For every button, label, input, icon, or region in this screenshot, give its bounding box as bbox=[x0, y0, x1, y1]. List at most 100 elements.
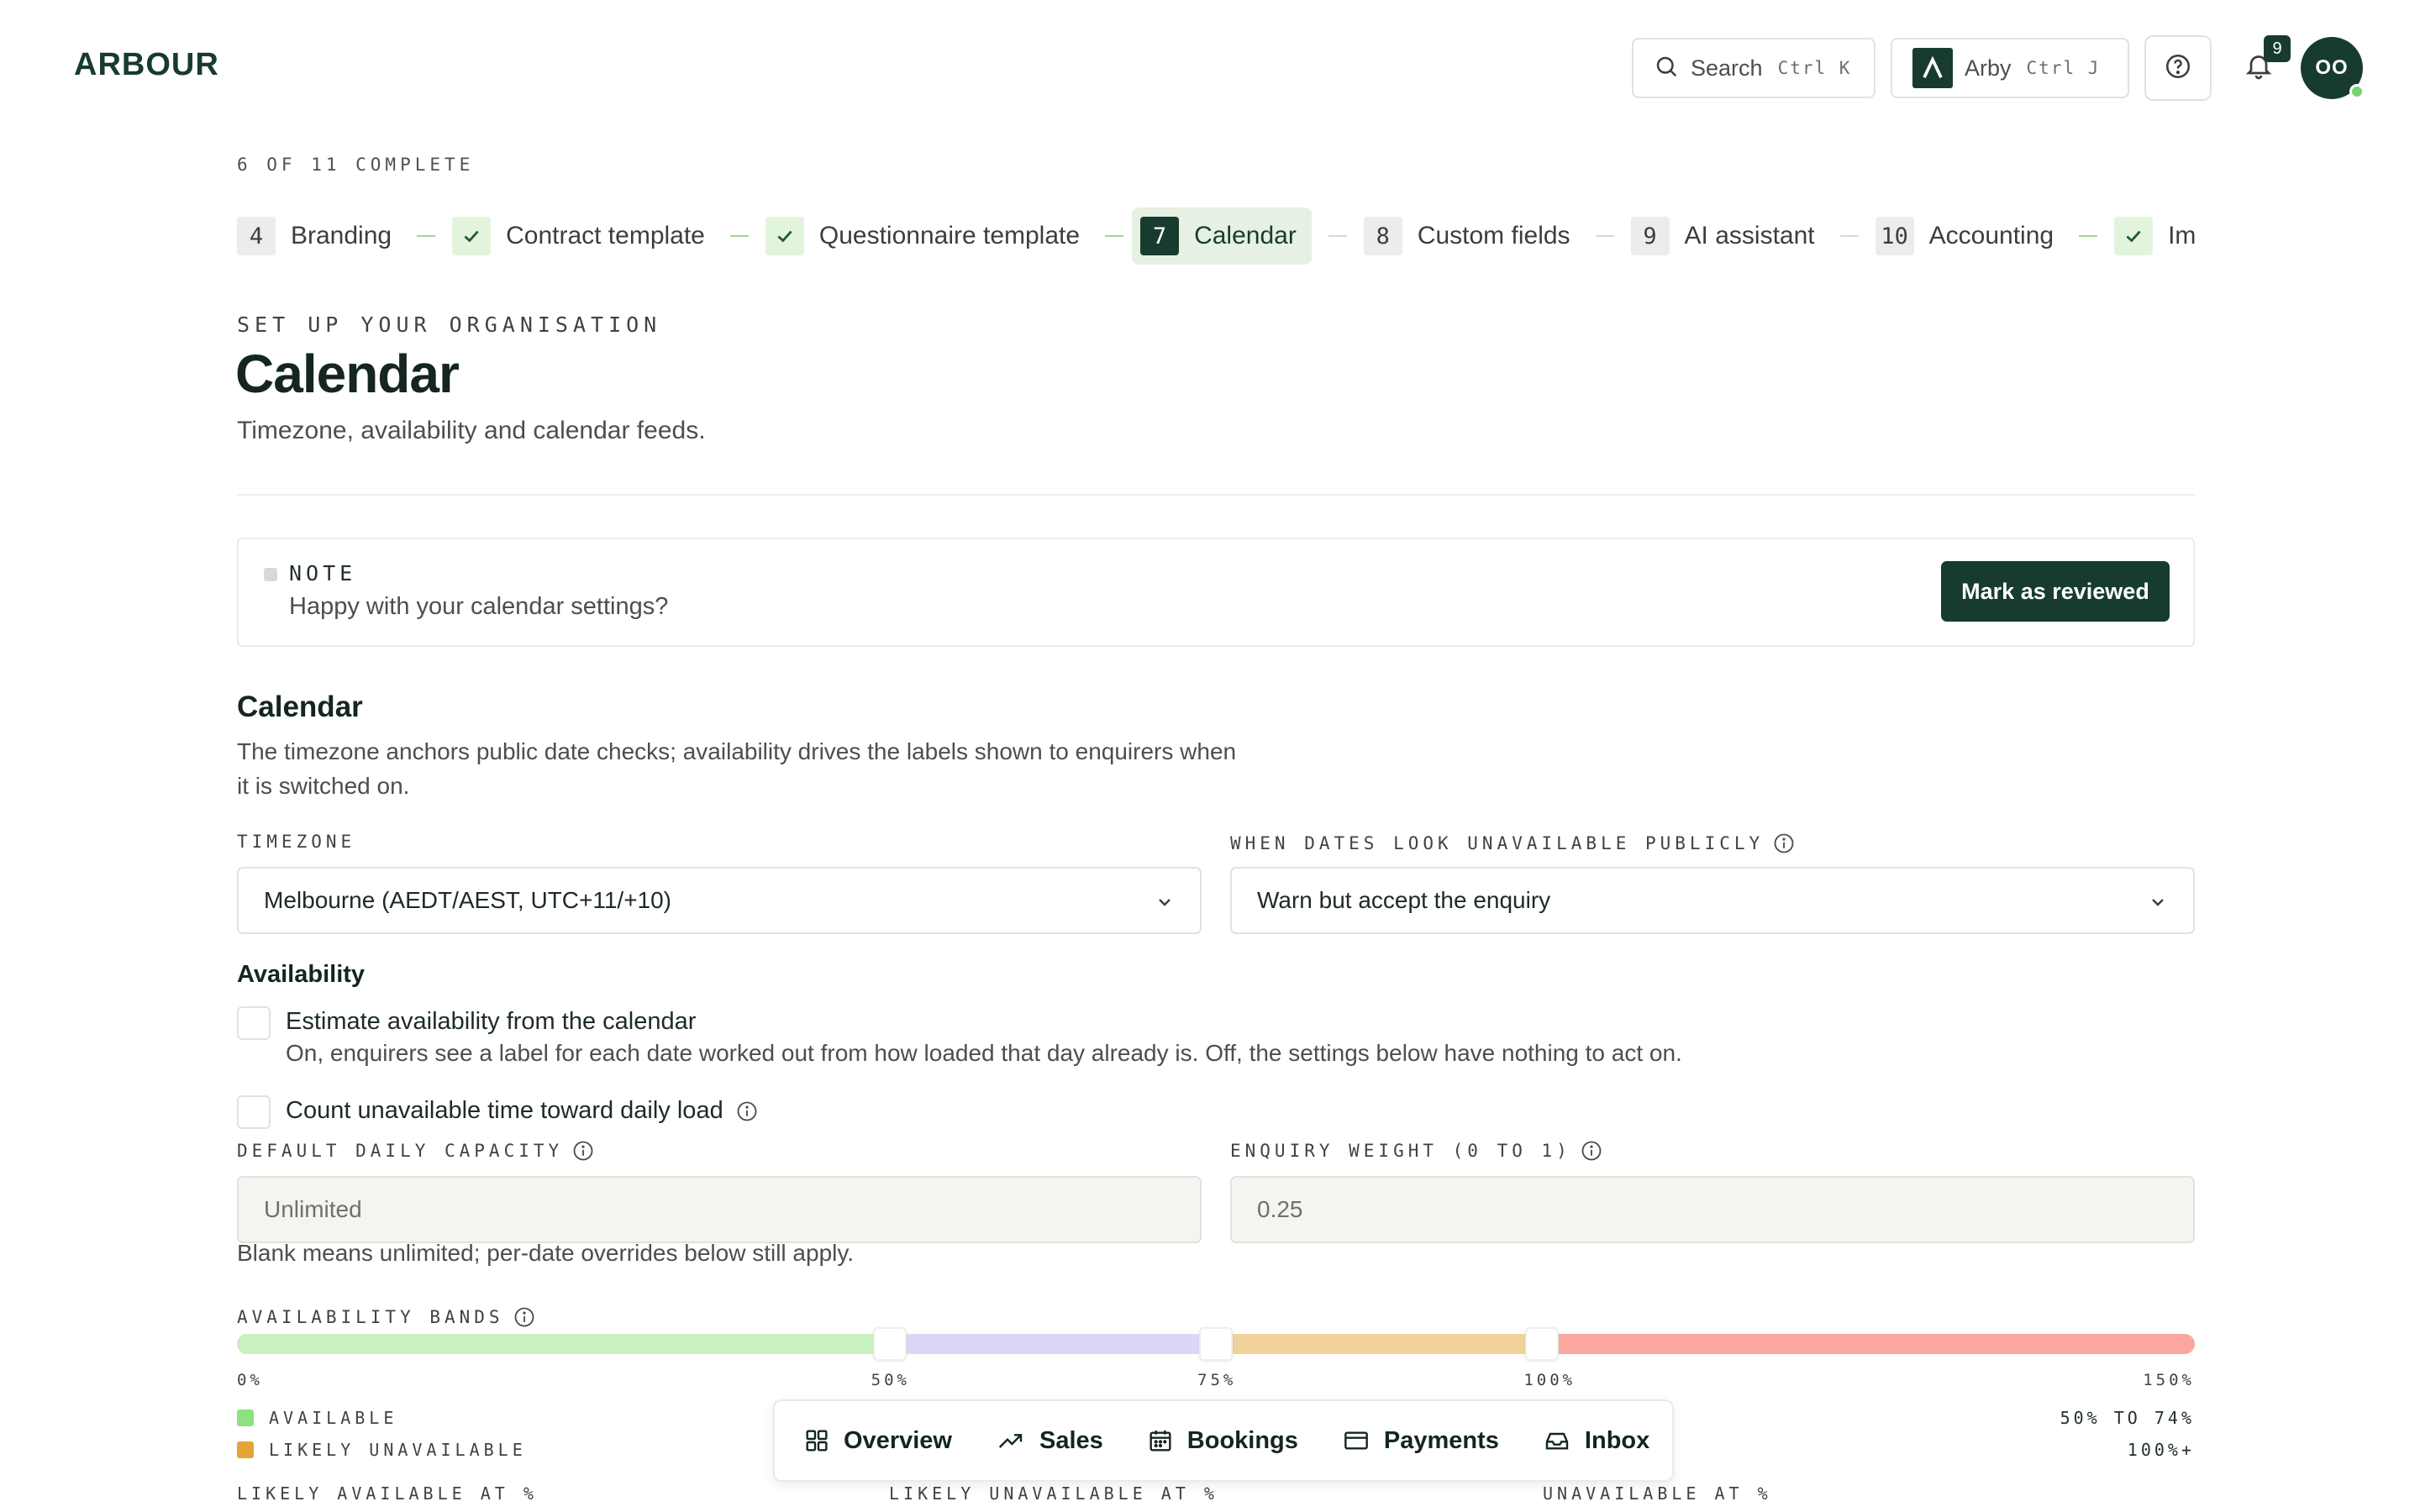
enquiry-weight-input[interactable]: 0.25 bbox=[1230, 1176, 2195, 1243]
enquiry-weight-label-text: ENQUIRY WEIGHT (0 TO 1) bbox=[1230, 1141, 1571, 1161]
step-number: 8 bbox=[1363, 217, 1402, 255]
step-connector bbox=[1105, 235, 1124, 237]
legend-label: LIKELY UNAVAILABLE bbox=[269, 1440, 527, 1460]
unavailable-behaviour-select[interactable]: Warn but accept the enquiry bbox=[1230, 867, 2195, 934]
arbour-logo[interactable]: ARBOUR bbox=[74, 47, 219, 83]
step-connector bbox=[1839, 235, 1859, 237]
nav-label: Bookings bbox=[1186, 1426, 1298, 1454]
help-icon bbox=[2164, 52, 2192, 85]
step-branding[interactable]: 4 Branding bbox=[237, 207, 400, 265]
mark-as-reviewed-button[interactable]: Mark as reviewed bbox=[1941, 561, 2170, 622]
step-connector bbox=[2079, 235, 2098, 237]
top-bar: ARBOUR Search Ctrl K Arby Ctrl J 9 OO bbox=[0, 0, 2420, 134]
step-ai-assistant[interactable]: 9 AI assistant bbox=[1630, 207, 1823, 265]
unavailable-behaviour-label-text: WHEN DATES LOOK UNAVAILABLE PUBLICLY bbox=[1230, 833, 1765, 853]
legend-swatch bbox=[237, 1441, 254, 1458]
info-icon[interactable] bbox=[735, 1100, 759, 1123]
info-icon[interactable] bbox=[571, 1139, 595, 1163]
capacity-label-text: DEFAULT DAILY CAPACITY bbox=[237, 1141, 564, 1161]
step-label: Calendar bbox=[1194, 222, 1297, 249]
nav-label: Overview bbox=[844, 1426, 952, 1454]
chevron-down-icon bbox=[2152, 899, 2164, 906]
notification-count-badge: 9 bbox=[2264, 35, 2291, 62]
estimate-availability-help: On, enquirers see a label for each date … bbox=[286, 1040, 1682, 1066]
help-button[interactable] bbox=[2144, 35, 2212, 101]
estimate-availability-checkbox[interactable] bbox=[237, 1006, 271, 1040]
unavailable-column-label: UNAVAILABLE AT % bbox=[1543, 1483, 1772, 1504]
nav-label: Sales bbox=[1039, 1426, 1103, 1454]
step-label: Imports bbox=[2168, 222, 2195, 249]
step-connector bbox=[417, 235, 436, 237]
search-shortcut: Ctrl K bbox=[1777, 58, 1852, 78]
check-icon bbox=[777, 230, 792, 243]
timezone-label: TIMEZONE bbox=[237, 832, 355, 852]
legend-likely-unavailable: LIKELY UNAVAILABLE bbox=[237, 1440, 527, 1460]
capacity-input[interactable]: Unlimited bbox=[237, 1176, 1202, 1243]
enquiry-weight-label: ENQUIRY WEIGHT (0 TO 1) bbox=[1230, 1139, 1603, 1163]
step-complete-badge bbox=[452, 217, 492, 255]
note-title: NOTE bbox=[289, 561, 357, 585]
step-label: Questionnaire template bbox=[818, 222, 1081, 249]
legend-label: AVAILABLE bbox=[269, 1408, 398, 1428]
setup-steps: 4 Branding Contract template Questionnaire … bbox=[237, 207, 2195, 265]
arby-shortcut: Ctrl J bbox=[2026, 58, 2101, 78]
check-icon bbox=[2126, 230, 2141, 243]
progress-label: 6 OF 11 COMPLETE bbox=[237, 155, 475, 175]
inbox-icon bbox=[1545, 1432, 1569, 1450]
check-icon bbox=[464, 230, 479, 243]
estimate-availability-label: Estimate availability from the calendar bbox=[286, 1008, 697, 1035]
step-contract-template[interactable]: Contract template bbox=[452, 207, 713, 265]
search-button[interactable]: Search Ctrl K bbox=[1632, 38, 1876, 98]
step-questionnaire-template[interactable]: Questionnaire template bbox=[765, 207, 1088, 265]
unavailable-behaviour-label: WHEN DATES LOOK UNAVAILABLE PUBLICLY bbox=[1230, 832, 1796, 855]
band-threshold-handle[interactable] bbox=[1199, 1327, 1233, 1361]
step-number: 9 bbox=[1630, 217, 1670, 255]
capacity-helper-text: Blank means unlimited; per-date override… bbox=[237, 1240, 855, 1266]
info-icon[interactable] bbox=[1580, 1139, 1603, 1163]
legend-swatch bbox=[237, 1410, 254, 1426]
step-label: AI assistant bbox=[1684, 222, 1815, 249]
note-dot bbox=[264, 568, 277, 581]
likely-unavailable-column-label: LIKELY UNAVAILABLE AT % bbox=[889, 1483, 1218, 1504]
nav-bookings[interactable]: Bookings bbox=[1147, 1427, 1298, 1455]
nav-payments[interactable]: Payments bbox=[1342, 1427, 1499, 1455]
count-unavailable-checkbox[interactable] bbox=[237, 1095, 271, 1129]
step-calendar[interactable]: 7 Calendar bbox=[1132, 207, 1312, 265]
legend-available: AVAILABLE bbox=[237, 1408, 397, 1428]
band-segment bbox=[889, 1334, 1216, 1354]
availability-bands-label-text: AVAILABILITY BANDS bbox=[237, 1307, 504, 1327]
step-imports[interactable]: Imports bbox=[2114, 207, 2195, 265]
band-tick-label: 50% bbox=[871, 1371, 910, 1389]
arby-assistant-button[interactable]: Arby Ctrl J bbox=[1891, 38, 2129, 98]
online-status-dot bbox=[2349, 84, 2365, 99]
count-unavailable-label: Count unavailable time toward daily load bbox=[286, 1097, 723, 1124]
timezone-value: Melbourne (AEDT/AEST, UTC+11/+10) bbox=[264, 887, 672, 913]
likely-available-column-label: LIKELY AVAILABLE AT % bbox=[237, 1483, 538, 1504]
nav-inbox[interactable]: Inbox bbox=[1543, 1427, 1649, 1455]
timezone-select[interactable]: Melbourne (AEDT/AEST, UTC+11/+10) bbox=[237, 867, 1202, 934]
divider bbox=[237, 494, 2195, 496]
info-icon[interactable] bbox=[513, 1305, 536, 1329]
band-threshold-handle[interactable] bbox=[872, 1327, 907, 1361]
band-range-value: 50% TO 74% bbox=[2060, 1408, 2195, 1428]
chevron-down-icon bbox=[1159, 899, 1171, 906]
step-accounting[interactable]: 10 Accounting bbox=[1875, 207, 2062, 265]
info-icon[interactable] bbox=[1772, 832, 1796, 855]
nav-label: Payments bbox=[1383, 1426, 1499, 1454]
page-eyebrow: SET UP YOUR ORGANISATION bbox=[237, 312, 662, 337]
step-custom-fields[interactable]: 8 Custom fields bbox=[1363, 207, 1579, 265]
section-title-calendar: Calendar bbox=[237, 690, 363, 723]
step-number: 7 bbox=[1140, 217, 1180, 255]
step-label: Accounting bbox=[1928, 222, 2054, 249]
bottom-navigation: Overview Sales Bookings Payments Inbox bbox=[773, 1399, 1674, 1482]
nav-overview[interactable]: Overview bbox=[803, 1427, 952, 1455]
band-segment bbox=[1216, 1334, 1543, 1354]
section-description: The timezone anchors public date checks;… bbox=[237, 738, 1237, 799]
review-note: NOTE Happy with your calendar settings? … bbox=[237, 538, 2195, 647]
step-number: 10 bbox=[1875, 217, 1914, 255]
search-icon bbox=[1654, 54, 1679, 83]
nav-sales[interactable]: Sales bbox=[996, 1427, 1103, 1455]
band-threshold-handle[interactable] bbox=[1525, 1327, 1560, 1361]
step-label: Custom fields bbox=[1417, 222, 1570, 249]
timezone-label-text: TIMEZONE bbox=[237, 832, 356, 852]
